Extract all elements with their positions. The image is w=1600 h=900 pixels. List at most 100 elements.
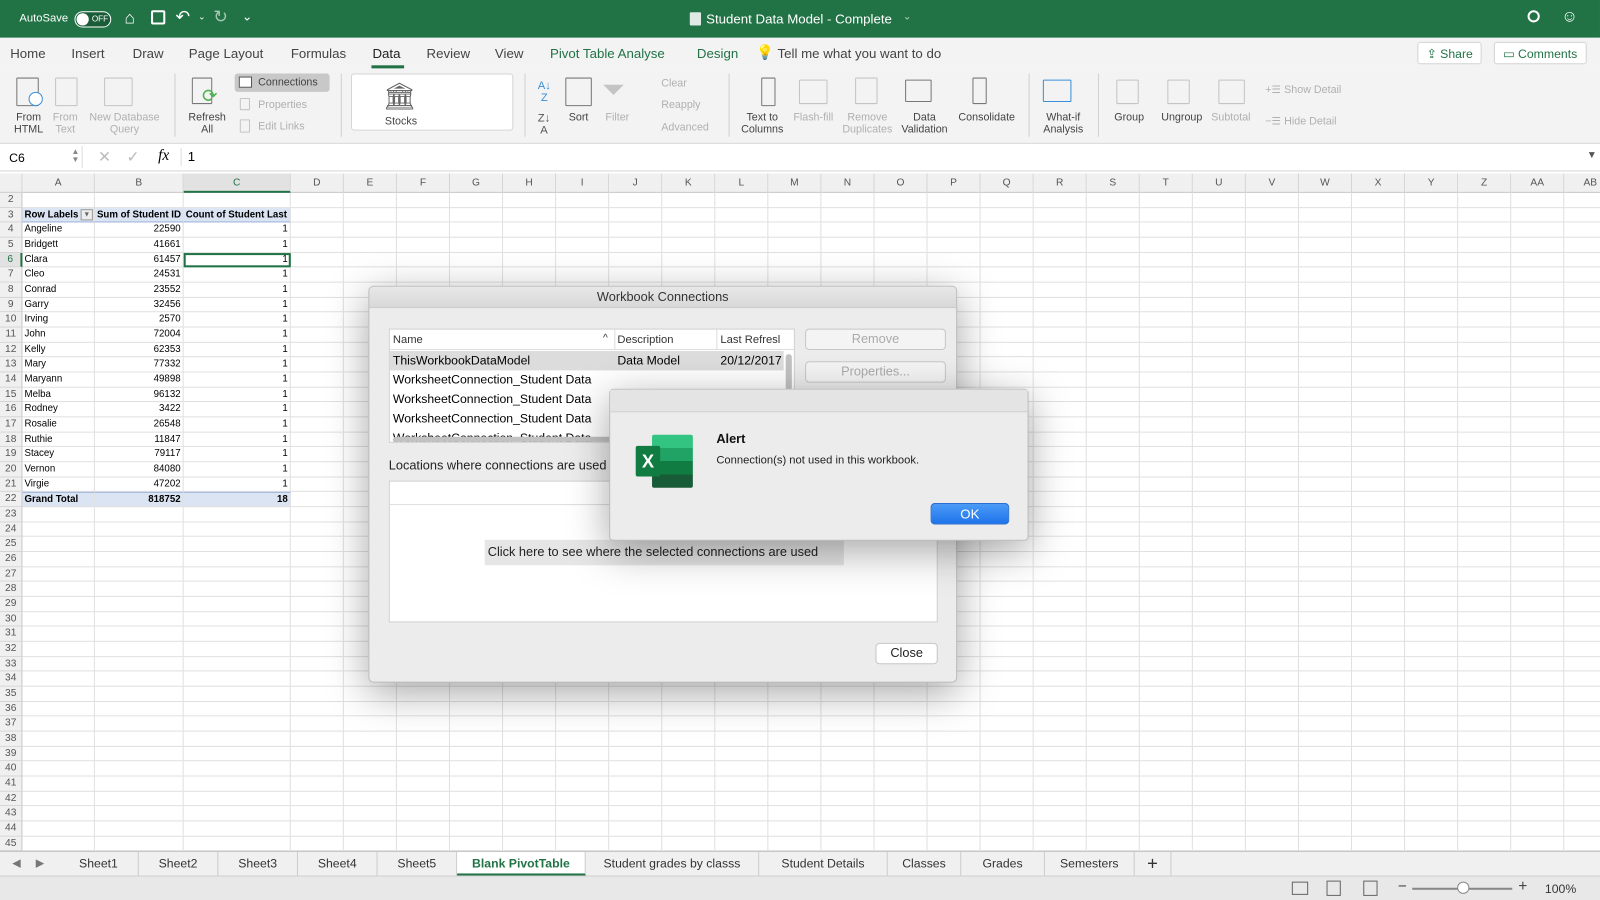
cell[interactable]	[396, 761, 450, 777]
cell[interactable]	[927, 267, 981, 283]
cell[interactable]	[1192, 327, 1246, 343]
cell[interactable]	[1192, 671, 1246, 687]
cell[interactable]	[1139, 567, 1193, 583]
cell[interactable]	[1405, 477, 1459, 493]
pivot-cell[interactable]: 96132	[94, 387, 184, 403]
cell[interactable]	[1352, 761, 1406, 777]
cell[interactable]	[1298, 552, 1353, 568]
cell[interactable]	[768, 222, 822, 238]
cell[interactable]	[821, 761, 875, 777]
cell[interactable]	[1564, 642, 1600, 657]
cell[interactable]	[1192, 507, 1246, 523]
cell[interactable]	[768, 746, 822, 762]
save-icon[interactable]	[151, 10, 166, 25]
pivot-cell[interactable]: 1	[183, 282, 291, 298]
column-header-C[interactable]: C	[183, 173, 291, 193]
cell[interactable]	[1245, 582, 1299, 597]
cell[interactable]	[1352, 297, 1406, 313]
cell[interactable]	[1139, 237, 1193, 253]
cell[interactable]	[662, 836, 716, 852]
cell[interactable]	[503, 791, 557, 807]
cell[interactable]	[927, 716, 981, 732]
cell[interactable]	[1298, 432, 1353, 448]
pivot-cell[interactable]: 22590	[94, 222, 184, 238]
cell[interactable]	[343, 267, 397, 283]
cell[interactable]	[874, 222, 928, 238]
prev-sheet-icon[interactable]: ◀	[12, 856, 21, 869]
cell[interactable]	[1139, 597, 1193, 612]
column-header-Z[interactable]: Z	[1458, 173, 1512, 193]
cell[interactable]	[290, 222, 344, 238]
cell[interactable]	[1245, 192, 1299, 208]
cell[interactable]	[1245, 701, 1299, 717]
cell[interactable]	[1086, 327, 1140, 343]
cell[interactable]	[1298, 746, 1353, 762]
cell[interactable]	[22, 716, 95, 732]
pivot-cell[interactable]: 1	[183, 477, 291, 493]
cell[interactable]	[1298, 447, 1353, 463]
pivot-cell[interactable]: Rosalie	[22, 417, 95, 433]
cell[interactable]	[1139, 387, 1193, 403]
cell[interactable]	[1458, 716, 1512, 732]
cell[interactable]	[1192, 492, 1246, 508]
cell[interactable]	[1245, 222, 1299, 238]
pivot-cell[interactable]: Ruthie	[22, 432, 95, 448]
cell[interactable]	[1298, 716, 1353, 732]
cell[interactable]	[715, 267, 769, 283]
pivot-cell[interactable]: 1	[183, 222, 291, 238]
grand-total-cell[interactable]: Grand Total	[22, 492, 95, 508]
cell[interactable]	[1405, 387, 1459, 403]
cell[interactable]	[1086, 567, 1140, 583]
cell[interactable]	[1511, 701, 1565, 717]
cell[interactable]	[1086, 237, 1140, 253]
cell[interactable]	[1192, 776, 1246, 792]
cell[interactable]	[183, 656, 291, 672]
name-box[interactable]: C6 ▲ ▼	[3, 145, 83, 169]
cell[interactable]	[1086, 492, 1140, 508]
cell[interactable]	[1458, 342, 1512, 358]
cell[interactable]	[1192, 761, 1246, 777]
cell[interactable]	[1405, 791, 1459, 807]
cell[interactable]	[1139, 282, 1193, 298]
cell[interactable]	[1298, 567, 1353, 583]
column-header-S[interactable]: S	[1086, 173, 1140, 193]
cell[interactable]	[1405, 746, 1459, 762]
cell[interactable]	[183, 701, 291, 717]
pivot-cell[interactable]: Clara	[22, 252, 95, 268]
cell[interactable]	[183, 611, 291, 627]
cell[interactable]	[1245, 791, 1299, 807]
cell[interactable]	[183, 821, 291, 837]
pivot-cell[interactable]: Mary	[22, 357, 95, 373]
cell[interactable]	[1192, 402, 1246, 418]
row-header[interactable]: 15	[0, 387, 23, 403]
cell[interactable]	[1352, 567, 1406, 583]
cell[interactable]	[343, 821, 397, 837]
connection-row[interactable]: ThisWorkbookDataModel Data Model 20/12/201…	[389, 351, 784, 371]
pivot-cell[interactable]: Melba	[22, 387, 95, 403]
pivot-cell[interactable]: Bridgett	[22, 237, 95, 253]
cell[interactable]	[556, 267, 610, 283]
cell[interactable]	[1458, 836, 1512, 852]
cell[interactable]	[1352, 462, 1406, 478]
cell[interactable]	[503, 207, 557, 223]
pivot-cell[interactable]: 1	[183, 387, 291, 403]
cell[interactable]	[1458, 402, 1512, 418]
cell[interactable]	[183, 671, 291, 687]
cell[interactable]	[1564, 372, 1600, 388]
customize-toolbar-icon[interactable]: ⌄	[242, 9, 252, 23]
cell[interactable]	[980, 252, 1034, 268]
cell[interactable]	[94, 686, 184, 702]
cell[interactable]	[94, 522, 184, 538]
cell[interactable]	[22, 537, 95, 553]
cell[interactable]	[1245, 507, 1299, 523]
cell[interactable]	[1298, 327, 1353, 343]
cell[interactable]	[980, 327, 1034, 343]
column-header-J[interactable]: J	[609, 173, 663, 193]
cell[interactable]	[183, 582, 291, 597]
cell[interactable]	[662, 761, 716, 777]
row-header[interactable]: 25	[0, 537, 23, 553]
cell[interactable]	[1458, 626, 1512, 642]
cell[interactable]	[1245, 297, 1299, 313]
cell[interactable]	[556, 252, 610, 268]
cell[interactable]	[1033, 701, 1087, 717]
